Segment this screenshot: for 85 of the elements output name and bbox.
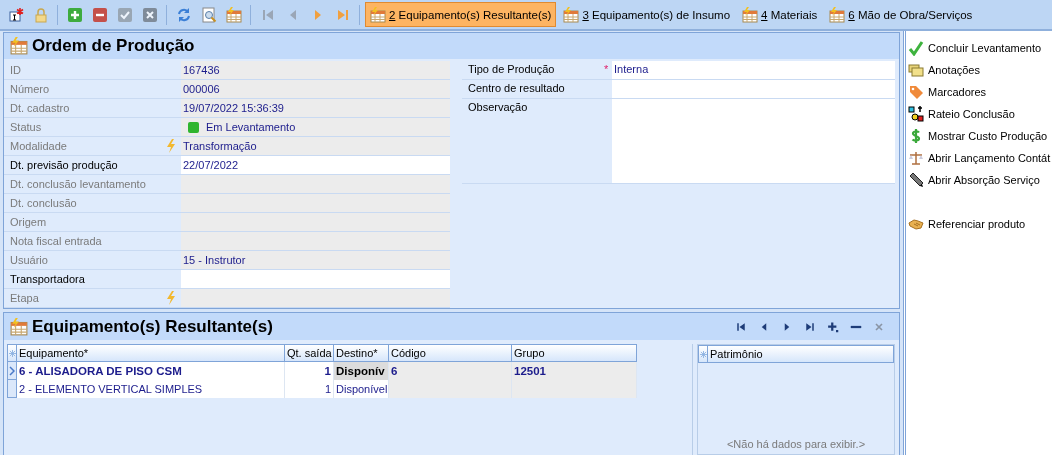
table-icon xyxy=(225,6,242,23)
preview-icon xyxy=(200,6,217,23)
table-cell: Disponív xyxy=(334,362,389,380)
table-cell: 1 xyxy=(285,362,334,380)
action-link[interactable]: Referenciar produto xyxy=(908,213,1052,235)
field-label: Etapa xyxy=(10,292,39,304)
column-header[interactable]: Código xyxy=(389,344,512,362)
table-icon xyxy=(10,37,28,55)
table-cell: 6 - ALISADORA DE PISO CSM xyxy=(17,362,285,380)
column-header[interactable]: Destino* xyxy=(334,344,389,362)
input-field[interactable]: 22/07/2022 xyxy=(181,156,450,174)
table-cell: 1 xyxy=(285,380,334,398)
action-link[interactable]: Marcadores xyxy=(908,81,1052,103)
remove-icon xyxy=(91,6,108,23)
table-cell: 6 xyxy=(389,362,512,380)
table-icon xyxy=(10,317,28,336)
check-icon xyxy=(908,40,924,56)
field-label: ID xyxy=(10,64,21,76)
scale-icon xyxy=(908,150,924,166)
field-label: Usuário xyxy=(10,254,48,266)
table-icon xyxy=(742,6,759,23)
action-link[interactable]: Concluir Levantamento xyxy=(908,37,1052,59)
table-cell: Disponível xyxy=(334,380,389,398)
last-icon xyxy=(804,320,816,333)
field-value: 19/07/2022 15:36:39 xyxy=(181,99,450,117)
input-field[interactable]: Interna xyxy=(612,61,895,79)
notes-icon xyxy=(908,62,924,78)
field-label: Número xyxy=(10,83,50,95)
field-label: Dt. conclusão levantamento xyxy=(10,178,146,190)
action-link[interactable]: Abrir Absorção Serviço xyxy=(908,169,1052,191)
refresh-icon xyxy=(175,6,192,23)
tab[interactable]: 4 Materiais xyxy=(737,2,823,27)
lightning-icon[interactable] xyxy=(165,291,177,305)
empty-message: <Não há dados para exibir.> xyxy=(725,438,867,450)
field-label: Dt. previsão produção xyxy=(10,159,118,171)
field-value: 000006 xyxy=(181,80,450,98)
tab[interactable]: 2 Equipamento(s) Resultante(s) xyxy=(365,2,557,27)
field-label: Centro de resultado xyxy=(468,82,565,94)
action-link[interactable]: Rateio Conclusão xyxy=(908,103,1052,125)
cancel-icon xyxy=(141,6,158,23)
action-link[interactable]: Mostrar Custo Produção xyxy=(908,125,1052,147)
lock-icon xyxy=(32,6,49,23)
tab[interactable]: 6 Mão de Obra/Serviços xyxy=(824,2,978,27)
table-cell: 2 - ELEMENTO VERTICAL SIMPLES xyxy=(17,380,285,398)
delete-icon xyxy=(873,320,885,333)
new-record-icon xyxy=(7,6,24,23)
tab[interactable]: 3 Equipamento(s) de Insumo xyxy=(558,2,736,27)
check-icon xyxy=(116,6,133,23)
field-value: 15 - Instrutor xyxy=(181,251,450,269)
add-icon xyxy=(827,320,839,333)
action-link[interactable]: Anotações xyxy=(908,59,1052,81)
input-field[interactable] xyxy=(181,270,450,288)
pen-icon xyxy=(908,172,924,188)
required-mark: * xyxy=(604,63,610,75)
column-header[interactable]: Qt. saída xyxy=(285,344,334,362)
field-label: Origem xyxy=(10,216,47,228)
add-icon xyxy=(66,6,83,23)
field-value: 167436 xyxy=(181,61,450,79)
row-indicator[interactable] xyxy=(7,380,17,398)
action-link[interactable]: Abrir Lançamento Contát xyxy=(908,147,1052,169)
table-cell: 12501 xyxy=(512,362,637,380)
field-label: Transportadora xyxy=(10,273,85,285)
table-icon xyxy=(563,6,580,23)
panel-title: Equipamento(s) Resultante(s) xyxy=(32,316,274,337)
first-icon xyxy=(735,320,747,333)
field-value: Transformação xyxy=(181,137,450,155)
tag-icon xyxy=(908,84,924,100)
table-icon xyxy=(370,6,386,23)
field-label: Status xyxy=(10,121,42,133)
row-indicator[interactable] xyxy=(7,362,17,380)
panel-title: Ordem de Produção xyxy=(32,36,195,56)
shapes-icon xyxy=(908,106,924,122)
column-header[interactable]: Grupo xyxy=(512,344,637,362)
field-label: Dt. conclusão xyxy=(10,197,77,209)
field-label: Tipo de Produção xyxy=(468,63,555,75)
field-label: Modalidade xyxy=(10,140,67,152)
column-header[interactable]: Equipamento* xyxy=(17,344,285,362)
field-label: Dt. cadastro xyxy=(10,102,70,114)
lightning-icon[interactable] xyxy=(165,139,177,153)
field-label: Observação xyxy=(468,101,528,113)
field-label: Nota fiscal entrada xyxy=(10,235,102,247)
input-field[interactable] xyxy=(612,80,895,98)
table-icon xyxy=(829,6,846,23)
field-value: Em Levantamento xyxy=(181,118,450,136)
column-header[interactable]: Patrimônio xyxy=(708,345,894,363)
